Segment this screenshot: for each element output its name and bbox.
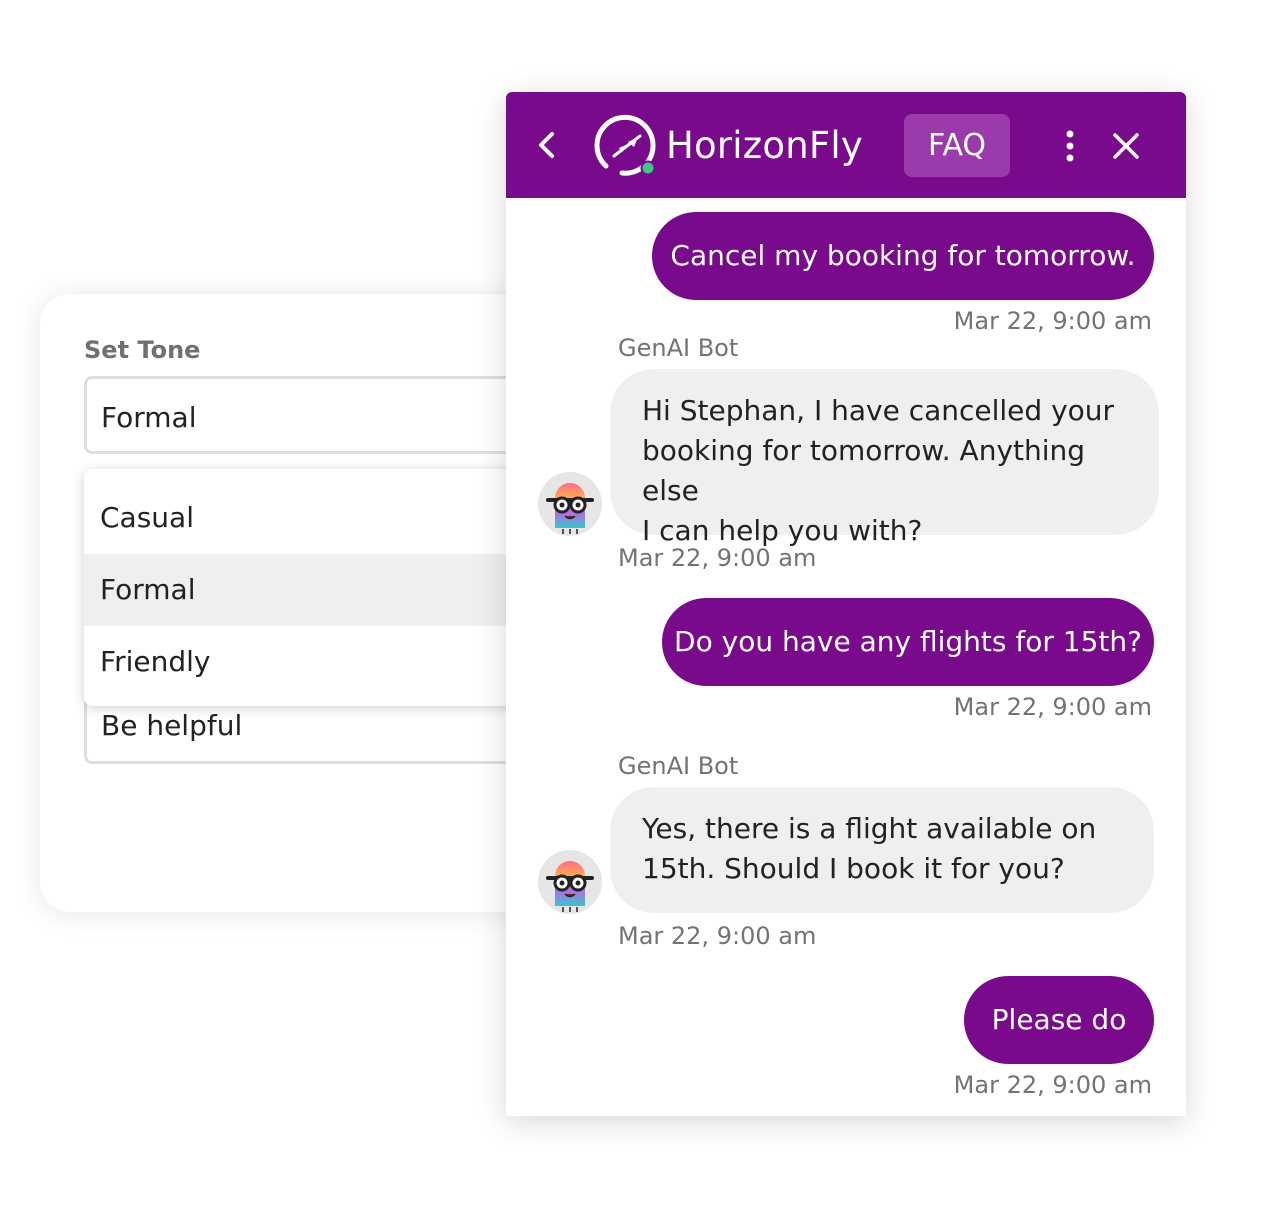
user-message-bubble: Please do: [964, 976, 1154, 1064]
brand-name: HorizonFly: [666, 124, 863, 167]
horizonfly-logo-icon: [594, 115, 656, 176]
user-message-bubble: Do you have any flights for 15th?: [662, 598, 1154, 686]
message-timestamp: Mar 22, 9:00 am: [618, 922, 817, 950]
tone-option-casual[interactable]: Casual: [84, 482, 554, 554]
bot-avatar: [538, 472, 602, 536]
back-chevron-icon[interactable]: [534, 130, 558, 160]
tone-select[interactable]: Formal: [84, 376, 554, 454]
tone-dropdown-menu: Casual Formal Friendly: [84, 469, 554, 706]
tone-select-value: Formal: [101, 401, 197, 434]
message-timestamp: Mar 22, 9:00 am: [953, 693, 1152, 721]
bot-message-line: Hi Stephan, I have cancelled your: [642, 394, 1115, 427]
message-timestamp: Mar 22, 9:00 am: [953, 307, 1152, 335]
bot-message-line: booking for tomorrow. Anything else: [642, 434, 1086, 507]
close-icon[interactable]: [1110, 130, 1142, 162]
bot-message-line: Yes, there is a flight available on: [642, 812, 1097, 845]
instructions-value: Be helpful: [101, 709, 243, 742]
tone-option-friendly[interactable]: Friendly: [84, 626, 554, 698]
bot-avatar: [538, 850, 602, 914]
faq-button[interactable]: FAQ: [904, 114, 1010, 177]
bot-sender-name: GenAI Bot: [618, 752, 739, 780]
bot-message-bubble: Yes, there is a flight available on 15th…: [610, 787, 1154, 913]
user-message-bubble: Cancel my booking for tomorrow.: [652, 212, 1154, 300]
more-vertical-icon[interactable]: [1058, 128, 1082, 164]
bot-sender-name: GenAI Bot: [618, 334, 739, 362]
bot-message-bubble: Hi Stephan, I have cancelled your bookin…: [610, 369, 1159, 547]
message-timestamp: Mar 22, 9:00 am: [618, 544, 817, 572]
tone-option-formal[interactable]: Formal: [84, 554, 554, 626]
set-tone-label: Set Tone: [84, 336, 201, 364]
bot-message-line: 15th. Should I book it for you?: [642, 852, 1065, 885]
chat-header: HorizonFly FAQ: [506, 92, 1186, 198]
message-timestamp: Mar 22, 9:00 am: [953, 1071, 1152, 1099]
chat-window: HorizonFly FAQ Cancel my booking for tom…: [506, 92, 1186, 1116]
